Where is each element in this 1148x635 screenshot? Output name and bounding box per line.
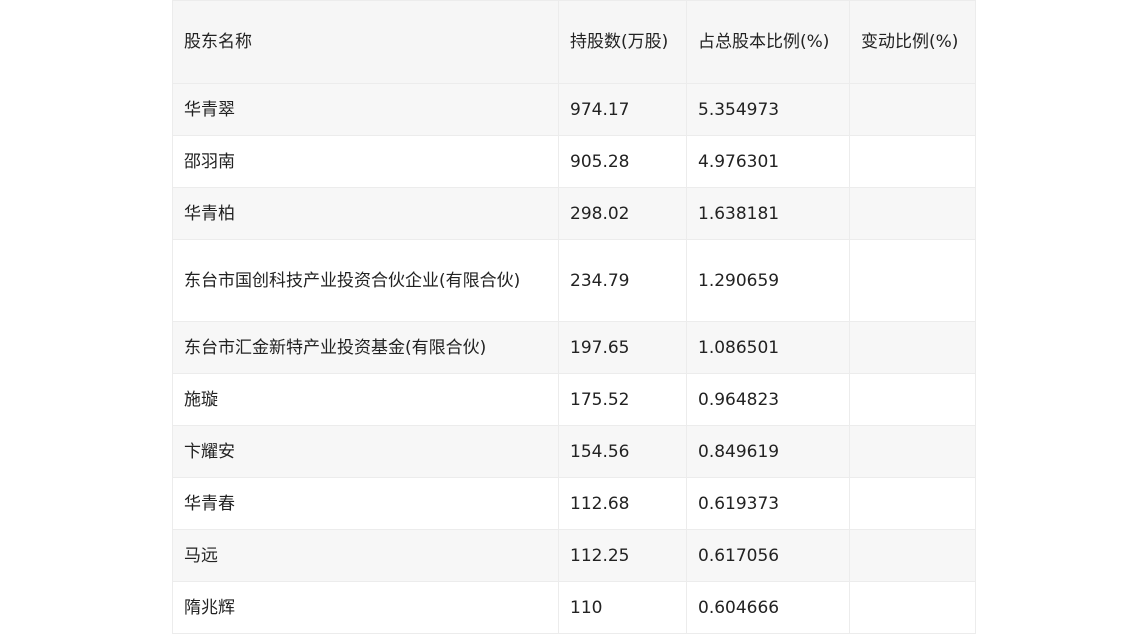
table-row: 东台市国创科技产业投资合伙企业(有限合伙) 234.79 1.290659 xyxy=(172,239,976,322)
cell-shares-held: 298.02 xyxy=(558,187,687,240)
cell-share-ratio: 0.849619 xyxy=(686,425,850,478)
cell-change-ratio xyxy=(849,187,976,240)
cell-shareholder-name: 东台市国创科技产业投资合伙企业(有限合伙) xyxy=(172,239,559,322)
table-row: 东台市汇金新特产业投资基金(有限合伙) 197.65 1.086501 xyxy=(172,321,976,374)
cell-share-ratio: 1.290659 xyxy=(686,239,850,322)
table-row: 马远 112.25 0.617056 xyxy=(172,529,976,582)
cell-shareholder-name: 施璇 xyxy=(172,373,559,426)
cell-share-ratio: 4.976301 xyxy=(686,135,850,188)
cell-change-ratio xyxy=(849,83,976,136)
cell-shareholder-name: 华青春 xyxy=(172,477,559,530)
shareholder-table: 股东名称 持股数(万股) 占总股本比例(%) 变动比例(%) 华青翠 974.1… xyxy=(172,0,976,634)
cell-change-ratio xyxy=(849,373,976,426)
cell-shares-held: 197.65 xyxy=(558,321,687,374)
shareholder-table-container: 股东名称 持股数(万股) 占总股本比例(%) 变动比例(%) 华青翠 974.1… xyxy=(172,0,976,634)
header-shares-held: 持股数(万股) xyxy=(558,0,687,84)
table-row: 卞耀安 154.56 0.849619 xyxy=(172,425,976,478)
cell-share-ratio: 0.617056 xyxy=(686,529,850,582)
cell-shares-held: 112.68 xyxy=(558,477,687,530)
table-row: 隋兆辉 110 0.604666 xyxy=(172,581,976,634)
table-row: 邵羽南 905.28 4.976301 xyxy=(172,135,976,188)
cell-shareholder-name: 卞耀安 xyxy=(172,425,559,478)
table-row: 华青翠 974.17 5.354973 xyxy=(172,83,976,136)
cell-share-ratio: 0.964823 xyxy=(686,373,850,426)
cell-share-ratio: 5.354973 xyxy=(686,83,850,136)
cell-shareholder-name: 华青翠 xyxy=(172,83,559,136)
cell-shares-held: 974.17 xyxy=(558,83,687,136)
header-change-ratio: 变动比例(%) xyxy=(849,0,976,84)
table-row: 施璇 175.52 0.964823 xyxy=(172,373,976,426)
cell-change-ratio xyxy=(849,321,976,374)
table-header-row: 股东名称 持股数(万股) 占总股本比例(%) 变动比例(%) xyxy=(172,0,976,84)
table-row: 华青春 112.68 0.619373 xyxy=(172,477,976,530)
header-share-ratio: 占总股本比例(%) xyxy=(686,0,850,84)
cell-shares-held: 905.28 xyxy=(558,135,687,188)
cell-shareholder-name: 马远 xyxy=(172,529,559,582)
table-row: 华青柏 298.02 1.638181 xyxy=(172,187,976,240)
cell-shares-held: 175.52 xyxy=(558,373,687,426)
cell-change-ratio xyxy=(849,477,976,530)
cell-shareholder-name: 东台市汇金新特产业投资基金(有限合伙) xyxy=(172,321,559,374)
header-shareholder-name: 股东名称 xyxy=(172,0,559,84)
cell-shares-held: 110 xyxy=(558,581,687,634)
cell-share-ratio: 0.604666 xyxy=(686,581,850,634)
cell-change-ratio xyxy=(849,581,976,634)
cell-shareholder-name: 华青柏 xyxy=(172,187,559,240)
cell-shareholder-name: 隋兆辉 xyxy=(172,581,559,634)
cell-change-ratio xyxy=(849,425,976,478)
cell-change-ratio xyxy=(849,529,976,582)
cell-shareholder-name: 邵羽南 xyxy=(172,135,559,188)
cell-share-ratio: 0.619373 xyxy=(686,477,850,530)
cell-shares-held: 112.25 xyxy=(558,529,687,582)
cell-shares-held: 234.79 xyxy=(558,239,687,322)
cell-share-ratio: 1.086501 xyxy=(686,321,850,374)
cell-shares-held: 154.56 xyxy=(558,425,687,478)
cell-change-ratio xyxy=(849,239,976,322)
cell-change-ratio xyxy=(849,135,976,188)
cell-share-ratio: 1.638181 xyxy=(686,187,850,240)
